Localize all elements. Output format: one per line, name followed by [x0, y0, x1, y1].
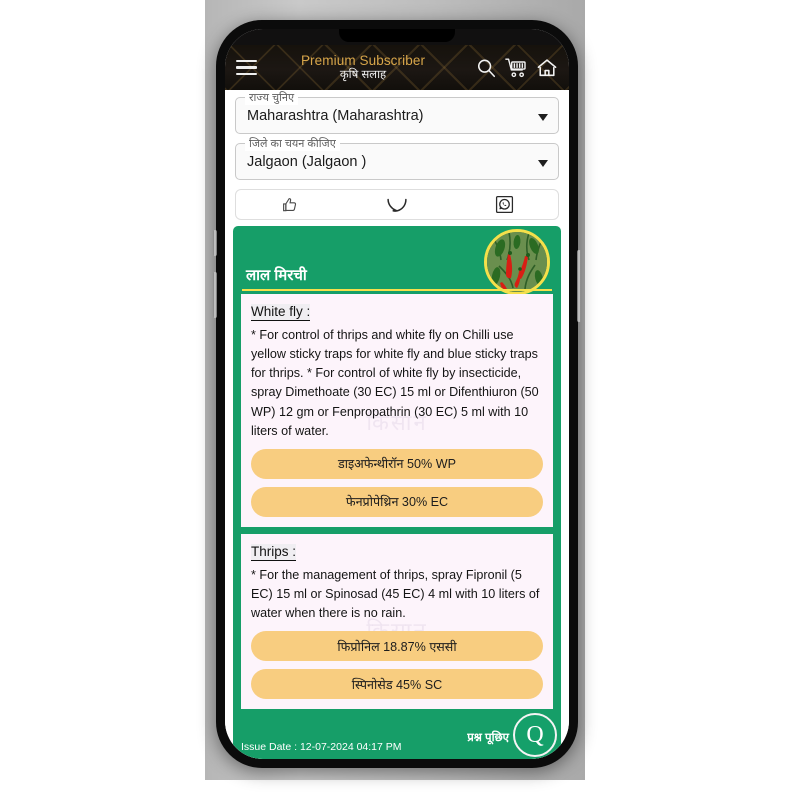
chevron-down-icon [538, 113, 548, 121]
section-title: White fly : [251, 304, 311, 321]
state-select-value: Maharashtra (Maharashtra) [247, 107, 424, 124]
advisory-card: लाल मिरची किसान White fly: * For contro… [233, 226, 561, 735]
issue-date: Issue Date : 12-07-2024 04:17 PM [241, 741, 402, 753]
hamburger-menu-icon[interactable] [236, 59, 257, 76]
district-select-value: Jalgaon (Jalgaon ) [247, 153, 367, 170]
premium-subscriber-label: Premium Subscriber [300, 53, 426, 68]
action-bar [235, 189, 559, 220]
app-subtitle: कृषि सलाह [339, 68, 387, 81]
app-header: Premium Subscriber कृषि सलाह [225, 45, 569, 90]
section-title: Thrips : [251, 543, 297, 561]
district-select-label: जिले का चयन कीजिए [245, 136, 340, 151]
advisory-card-header: लाल मिरची [233, 226, 561, 295]
app-title-block: Premium Subscriber कृषि सलाह [260, 53, 466, 81]
section-text: * For the management of thrips, spray Fi… [251, 567, 540, 621]
chevron-down-icon [538, 159, 548, 167]
screenshot-root: Premium Subscriber कृषि सलाह राज्य चुनिए… [0, 0, 800, 800]
product-button[interactable]: फेनप्रोपेथ्रिन 30% EC [251, 486, 543, 517]
comment-icon[interactable] [343, 196, 450, 214]
cart-icon[interactable] [505, 57, 528, 79]
state-select[interactable]: राज्य चुनिए Maharashtra (Maharashtra) [235, 90, 559, 134]
crop-image [484, 229, 550, 295]
ask-question-fab[interactable]: Q [513, 713, 557, 757]
status-bar [225, 29, 569, 45]
home-icon[interactable] [536, 57, 558, 79]
search-icon[interactable] [475, 57, 497, 79]
product-button[interactable]: डाइअफेन्थीरॉन 50% WP [251, 448, 543, 479]
product-button[interactable]: स्पिनोसेड 45% SC [251, 669, 543, 700]
title-underline [242, 288, 552, 291]
filters-section: राज्य चुनिए Maharashtra (Maharashtra) जि… [225, 90, 569, 189]
advisory-footer: Issue Date : 12-07-2024 04:17 PM प्रश्न … [233, 713, 561, 759]
like-icon[interactable] [236, 196, 343, 214]
whatsapp-share-icon[interactable] [451, 195, 558, 214]
phone-screen: Premium Subscriber कृषि सलाह राज्य चुनिए… [225, 29, 569, 759]
crop-title: लाल मिरची [246, 267, 307, 284]
product-button[interactable]: फिप्रोनिल 18.87% एससी [251, 631, 543, 662]
page-content: राज्य चुनिए Maharashtra (Maharashtra) जि… [225, 90, 569, 759]
phone-frame: Premium Subscriber कृषि सलाह राज्य चुनिए… [213, 20, 581, 768]
phone-notch [339, 29, 455, 42]
ask-question-label: प्रश्न पूछिए [467, 732, 509, 744]
advisory-section-thrips: किसान Thrips : * For the management of t… [241, 533, 553, 710]
advisory-section-whitefly: किसान White fly : * For control of thrip… [241, 294, 553, 527]
section-text: * For control of thrips and white fly on… [251, 328, 539, 438]
state-select-label: राज्य चुनिए [245, 90, 299, 105]
district-select[interactable]: जिले का चयन कीजिए Jalgaon (Jalgaon ) [235, 136, 559, 180]
header-icon-group [475, 57, 558, 79]
phone-side-button [577, 250, 581, 322]
